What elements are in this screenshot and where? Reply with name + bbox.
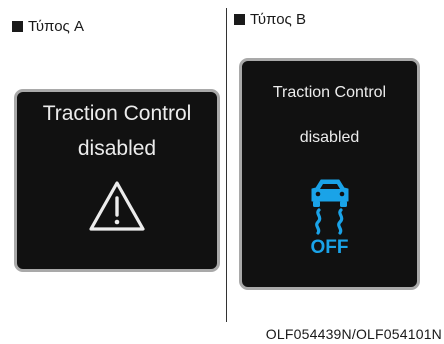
- type-a-display: Traction Control disabled: [14, 89, 220, 272]
- type-a-message-line1: Traction Control: [42, 102, 192, 125]
- square-bullet-icon: [234, 14, 245, 25]
- type-b-label: Τύπος B: [234, 11, 306, 28]
- traction-control-off-icon: [311, 179, 349, 235]
- traction-control-off-text: OFF: [310, 237, 349, 258]
- type-a-label: Τύπος A: [12, 18, 84, 35]
- panel-divider: [226, 8, 227, 322]
- type-a-label-text: Τύπος A: [28, 18, 84, 35]
- image-code: OLF054439N/OLF054101N: [265, 326, 442, 342]
- type-a-message-line2: disabled: [77, 137, 157, 161]
- type-b-label-text: Τύπος B: [250, 11, 306, 28]
- type-b-message-line2: disabled: [299, 128, 360, 146]
- square-bullet-icon: [12, 21, 23, 32]
- type-b-message-line1: Traction Control: [272, 84, 387, 101]
- warning-triangle-icon: [89, 181, 145, 231]
- type-b-display: Traction Control disabled OFF: [239, 58, 420, 290]
